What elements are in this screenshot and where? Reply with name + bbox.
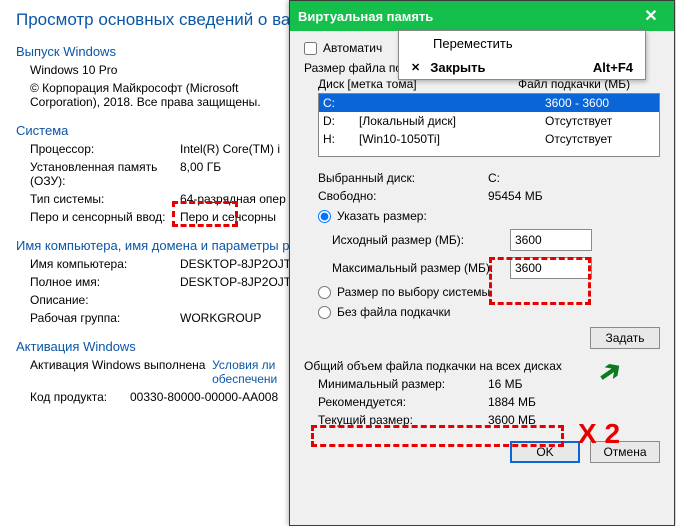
disk-row[interactable]: D:[Локальный диск]Отсутствует [319,112,659,130]
initial-size-input[interactable] [510,229,592,251]
annotation-highlight-sizes [489,257,591,305]
disk-row[interactable]: C:3600 - 3600 [319,94,659,112]
annotation-x2-label: X 2 [578,418,620,450]
system-size-radio-input[interactable] [318,286,331,299]
release-name: Windows 10 Pro [30,63,117,77]
initial-size-label: Исходный размер (МБ): [332,233,510,247]
license-terms-link[interactable]: Условия ли обеспечени [212,358,277,386]
desc-label: Описание: [30,293,180,307]
close-icon[interactable]: ✕ [636,6,666,26]
free-space-label: Свободно: [318,189,488,203]
comp-value: DESKTOP-8JP2OJT [180,257,291,271]
disk-row[interactable]: H:[Win10-1050Ti]Отсутствует [319,130,659,148]
min-size-label: Минимальный размер: [318,377,488,391]
full-label: Полное имя: [30,275,180,289]
no-paging-radio[interactable]: Без файла подкачки [318,305,660,319]
copyright: © Корпорация Майкрософт (Microsoft Corpo… [30,81,280,109]
no-paging-label: Без файла подкачки [337,305,450,319]
annotation-highlight-ram [172,201,238,227]
menu-item-close-label: Закрыть [430,60,583,75]
key-label: Код продукта: [30,390,130,404]
key-value: 00330-80000-00000-AA008 [130,390,278,404]
auto-manage-input[interactable] [304,42,317,55]
annotation-highlight-recommended [311,425,564,447]
ram-value: 8,00 ГБ [180,160,221,188]
auto-manage-label: Автоматич [323,41,382,55]
pen-label: Перо и сенсорный ввод: [30,210,180,224]
menu-item-move-label: Переместить [433,36,633,51]
rec-size-value: 1884 МБ [488,395,536,409]
min-size-value: 16 МБ [488,377,523,391]
custom-size-radio[interactable]: Указать размер: [318,209,660,223]
wg-value: WORKGROUP [180,311,261,325]
full-value: DESKTOP-8JP2OJT [180,275,291,289]
custom-size-label: Указать размер: [337,209,427,223]
free-space-value: 95454 МБ [488,189,543,203]
disk-list[interactable]: C:3600 - 3600D:[Локальный диск]Отсутству… [318,93,660,157]
cpu-label: Процессор: [30,142,180,156]
menu-item-close-shortcut: Alt+F4 [593,60,633,75]
max-size-label: Максимальный размер (МБ): [332,261,510,275]
dialog-title: Виртуальная память [298,9,433,24]
rec-size-label: Рекомендуется: [318,395,488,409]
type-label: Тип системы: [30,192,180,206]
menu-item-close[interactable]: ✕ Закрыть Alt+F4 [399,55,645,79]
system-menu-popup: Переместить ✕ Закрыть Alt+F4 [398,30,646,80]
ram-label: Установленная память (ОЗУ): [30,160,180,188]
set-button[interactable]: Задать [590,327,660,349]
no-paging-radio-input[interactable] [318,306,331,319]
activation-status: Активация Windows выполнена [30,358,205,386]
menu-item-move[interactable]: Переместить [399,31,645,55]
selected-disk-label: Выбранный диск: [318,171,488,185]
close-glyph-icon: ✕ [411,61,420,74]
system-size-label: Размер по выбору системы [337,285,490,299]
selected-disk-value: C: [488,171,500,185]
cpu-value: Intel(R) Core(TM) i [180,142,280,156]
comp-label: Имя компьютера: [30,257,180,271]
dialog-title-bar[interactable]: Виртуальная память ✕ [290,1,674,31]
custom-size-radio-input[interactable] [318,210,331,223]
wg-label: Рабочая группа: [30,311,180,325]
